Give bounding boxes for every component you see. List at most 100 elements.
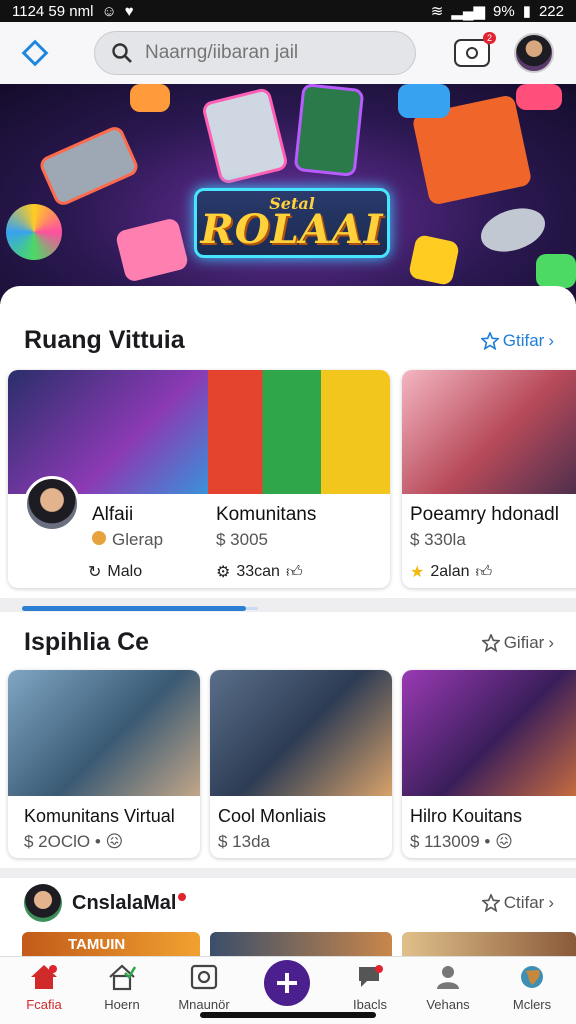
chat-icon bbox=[359, 965, 383, 987]
home-icon bbox=[31, 965, 57, 989]
see-all-link[interactable]: Gifiar › bbox=[481, 632, 554, 653]
banner-title: ROLAAI bbox=[200, 206, 384, 253]
room-title: Komunitans bbox=[216, 504, 317, 525]
battery-level: 9% bbox=[493, 2, 515, 20]
community-thumbnail bbox=[210, 670, 392, 796]
chevron-right-icon: › bbox=[548, 330, 554, 350]
profile-avatar[interactable] bbox=[514, 33, 554, 73]
channel-thumbnail[interactable] bbox=[210, 932, 392, 958]
speaker-icon bbox=[293, 84, 365, 177]
home-indicator[interactable] bbox=[200, 1012, 376, 1018]
app-header: 2 bbox=[0, 22, 576, 84]
search-input[interactable] bbox=[145, 42, 385, 64]
channel-thumbnail[interactable] bbox=[402, 932, 576, 958]
see-all-label: Gtifar bbox=[502, 330, 545, 350]
room-title: Poeamry hdonadl bbox=[410, 504, 559, 525]
nav-label: Fcafia bbox=[26, 997, 62, 1012]
section-special: Ispihlia Ce Gifiar › Komunitans Virtual … bbox=[0, 612, 576, 868]
emoji-icon: 😖︎ bbox=[495, 832, 513, 851]
app-logo-icon[interactable] bbox=[16, 34, 54, 72]
section-title: Ispihlia Ce bbox=[24, 628, 150, 656]
bell-icon bbox=[466, 47, 478, 59]
notification-button[interactable]: 2 bbox=[454, 32, 496, 67]
gamepad-icon bbox=[114, 217, 190, 283]
controller-icon bbox=[536, 254, 576, 288]
nav-item-more[interactable]: Mclers bbox=[492, 963, 572, 1012]
thumbs-up-icon[interactable]: 👍︎ bbox=[286, 563, 303, 582]
star-icon bbox=[407, 233, 461, 287]
notification-badge: 2 bbox=[482, 32, 496, 44]
star-outline-icon bbox=[480, 331, 499, 350]
nav-item-profile[interactable]: Vehans bbox=[408, 963, 488, 1012]
channel-avatar[interactable] bbox=[24, 884, 62, 922]
room-category: Glerap bbox=[92, 530, 163, 550]
see-all-link[interactable]: Ctifar › bbox=[481, 893, 554, 913]
plus-icon bbox=[277, 973, 297, 993]
speaker-icon bbox=[200, 86, 290, 186]
status-clock: 222 bbox=[538, 2, 564, 20]
star-outline-icon bbox=[481, 633, 500, 652]
status-bar: 1124 59 nml ☺ ♥ ≋ ▂▄▆ 9% ▮ 222 bbox=[0, 0, 576, 22]
star-outline-icon bbox=[481, 894, 500, 912]
vinyl-icon bbox=[475, 200, 551, 260]
wifi-icon: ≋ bbox=[430, 3, 444, 20]
community-title: Komunitans Virtual bbox=[24, 806, 175, 826]
music-note-icon bbox=[398, 84, 450, 118]
nav-item-home[interactable]: Fcafia bbox=[4, 963, 84, 1012]
disc-icon bbox=[6, 204, 62, 260]
host-avatar bbox=[24, 476, 80, 532]
channel-thumbnail[interactable]: TAMUIN bbox=[22, 932, 200, 958]
community-card[interactable]: Komunitans Virtual $ 2OClO • 😖︎ bbox=[8, 670, 200, 858]
community-thumbnail bbox=[8, 670, 200, 796]
carousel-progress bbox=[22, 606, 246, 611]
room-card[interactable]: Poeamry hdonadl $ 330la ★ 2alan 👍︎ bbox=[402, 370, 576, 588]
room-thumbnail bbox=[8, 370, 208, 494]
music-note-icon bbox=[130, 84, 170, 112]
gear-icon: ⚙ bbox=[216, 564, 231, 581]
community-card[interactable]: Hilro Kouitans $ 113009 • 😖︎ bbox=[402, 670, 576, 858]
chevron-right-icon: › bbox=[548, 893, 554, 912]
room-status: ↻ Malo bbox=[88, 563, 143, 581]
room-price: $ 330la bbox=[410, 530, 466, 549]
see-all-link[interactable]: Gtifar › bbox=[480, 330, 554, 351]
chevron-right-icon: › bbox=[548, 632, 554, 652]
search-bar[interactable] bbox=[94, 31, 416, 75]
room-thumbnail bbox=[208, 370, 390, 494]
room-card[interactable]: Alfaii Glerap ↻ Malo Komunitans $ 3005 ⚙ 3… bbox=[8, 370, 390, 588]
create-button[interactable] bbox=[264, 960, 310, 1006]
room-host-name: Alfaii bbox=[92, 504, 134, 525]
community-price: $ 2OClO • 😖︎ bbox=[24, 832, 124, 851]
community-card[interactable]: Cool Monliais $ 13da bbox=[210, 670, 392, 858]
room-members: ★ 2alan 👍︎ bbox=[410, 563, 493, 582]
emoji-icon: 😖︎ bbox=[105, 832, 124, 851]
refresh-icon: ↻ bbox=[88, 564, 102, 581]
heart-icon: ♥ bbox=[124, 2, 134, 20]
section-header: Ispihlia Ce Gifiar › bbox=[24, 628, 554, 657]
community-title: Cool Monliais bbox=[218, 806, 327, 826]
nav-label: Hoern bbox=[104, 997, 140, 1012]
room-members: ⚙ 33can 👍︎ bbox=[216, 563, 303, 582]
section-virtual-rooms: Ruang Vittuia Gtifar › Alfaii Glerap ↻ Ma… bbox=[0, 286, 576, 598]
house-check-icon bbox=[109, 964, 137, 991]
nav-label: Mnaunör bbox=[178, 997, 230, 1012]
nav-item-camera[interactable]: Mnaunör bbox=[164, 963, 244, 1012]
section-channel: CnslalaMal Ctifar › TAMUIN bbox=[0, 878, 576, 958]
community-price: $ 13da bbox=[218, 832, 270, 851]
see-all-label: Ctifar bbox=[503, 893, 545, 912]
nav-label: Vehans bbox=[426, 997, 470, 1012]
person-icon bbox=[437, 966, 459, 989]
music-note-icon bbox=[516, 84, 562, 110]
star-icon: ★ bbox=[410, 564, 425, 581]
section-header: Ruang Vittuia Gtifar › bbox=[24, 326, 554, 355]
room-thumbnail bbox=[402, 370, 576, 494]
status-time: 1124 59 nml bbox=[12, 2, 94, 20]
app-screen: 1124 59 nml ☺ ♥ ≋ ▂▄▆ 9% ▮ 222 2 bbox=[0, 0, 576, 1024]
community-thumbnail bbox=[402, 670, 576, 796]
nav-item-rooms[interactable]: Hoern bbox=[82, 963, 162, 1012]
nav-item-messages[interactable]: Ibacls bbox=[330, 963, 410, 1012]
hero-banner[interactable]: Setal ROLAAI bbox=[0, 84, 576, 304]
community-price: $ 113009 • 😖︎ bbox=[410, 832, 513, 851]
coin-icon bbox=[92, 531, 106, 545]
room-price: $ 3005 bbox=[216, 530, 268, 549]
thumbs-up-icon[interactable]: 👍︎ bbox=[476, 563, 493, 582]
